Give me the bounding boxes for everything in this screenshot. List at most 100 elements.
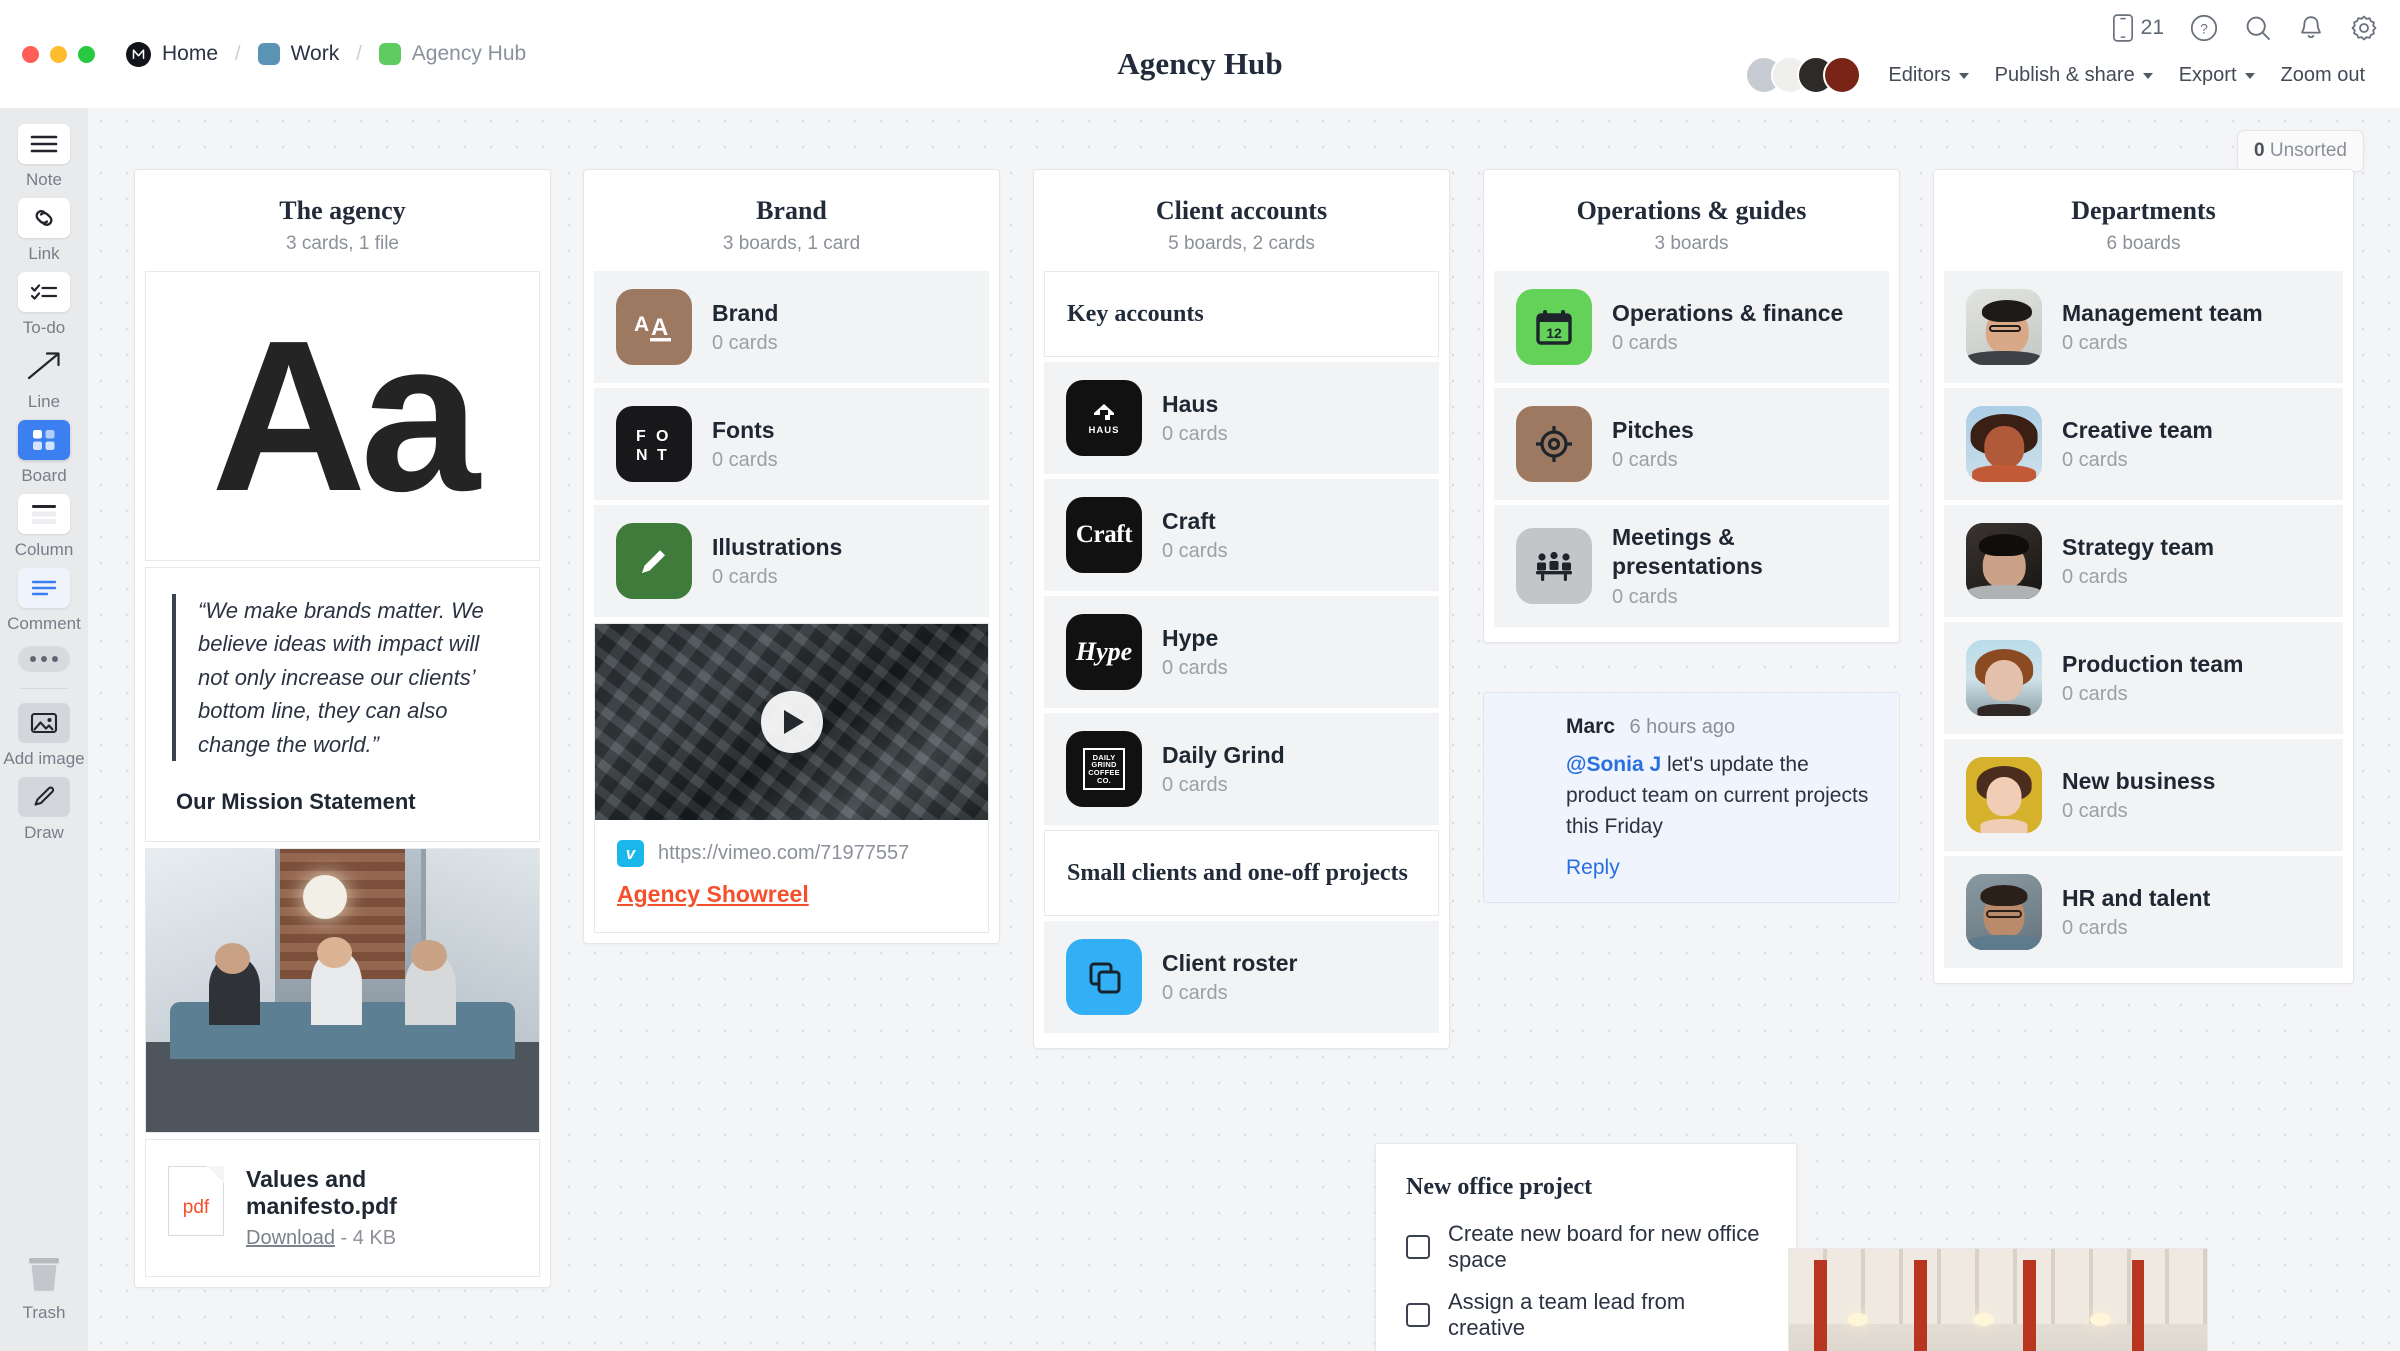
board-row-daily-grind[interactable]: DAILY GRIND COFFEE CO. Daily Grind 0 car… (1044, 713, 1439, 825)
board-row-hype[interactable]: Hype Hype 0 cards (1044, 596, 1439, 708)
zoom-out-button[interactable]: Zoom out (2268, 58, 2378, 93)
unsorted-badge[interactable]: 0 Unsorted (2237, 130, 2364, 172)
sidebar-tool-link[interactable]: Link (0, 198, 88, 264)
board-name: Brand (712, 299, 779, 326)
board-row-brand[interactable]: AA Brand 0 cards (594, 271, 989, 383)
craft-logo-icon: Craft (1066, 497, 1142, 573)
chevron-down-icon (1958, 73, 1969, 79)
video-thumbnail[interactable] (595, 624, 988, 820)
settings-icon[interactable] (2350, 14, 2378, 42)
zoom-out-label: Zoom out (2280, 63, 2365, 86)
todo-item[interactable]: Create new board for new office space (1406, 1221, 1766, 1273)
editors-menu-label: Editors (1888, 63, 1951, 86)
download-link[interactable]: Download (246, 1227, 335, 1249)
board-row-illustrations[interactable]: Illustrations 0 cards (594, 505, 989, 617)
board-row-meetings-presentations[interactable]: Meetings & presentations 0 cards (1494, 505, 1889, 627)
board-row-fonts[interactable]: FONT Fonts 0 cards (594, 388, 989, 500)
sidebar-tool-comment[interactable]: Comment (0, 568, 88, 634)
mobile-icon[interactable]: 21 (2112, 14, 2164, 42)
column-title: Brand (756, 196, 827, 225)
board-row-strategy-team[interactable]: Strategy team 0 cards (1944, 505, 2343, 617)
board-card-count: 0 cards (1612, 449, 1678, 472)
todo-card-new-office-project[interactable]: New office project Create new board for … (1375, 1143, 1797, 1351)
board-name: Production team (2062, 650, 2244, 677)
sidebar-tool-draw[interactable]: Draw (0, 777, 88, 843)
column-the-agency[interactable]: The agency 3 cards, 1 file Aa “We make b… (134, 169, 551, 1289)
todo-icon (18, 272, 70, 312)
todo-card-title: New office project (1406, 1174, 1593, 1200)
board-row-new-business[interactable]: New business 0 cards (1944, 739, 2343, 851)
board-card-count: 0 cards (1162, 657, 1228, 680)
video-title-link[interactable]: Agency Showreel (617, 881, 809, 908)
quote-card[interactable]: “We make brands matter. We believe ideas… (145, 567, 540, 843)
comment-card[interactable]: Marc 6 hours ago @Sonia J let's update t… (1483, 692, 1900, 904)
board-row-hr-talent[interactable]: HR and talent 0 cards (1944, 856, 2343, 968)
interior-photo-card[interactable] (1788, 1248, 2208, 1351)
column-departments[interactable]: Departments 6 boards Management team 0 c… (1933, 169, 2354, 984)
board-card-count: 0 cards (2062, 800, 2128, 823)
column-operations-guides[interactable]: Operations & guides 3 boards 12 Operatio… (1483, 169, 1900, 643)
line-arrow-icon (18, 346, 70, 386)
publish-share-label: Publish & share (1994, 63, 2135, 86)
todo-item[interactable]: Assign a team lead from creative (1406, 1289, 1766, 1341)
checkbox-icon[interactable] (1406, 1235, 1430, 1259)
sidebar-tool-add-image[interactable]: Add image (0, 703, 88, 769)
board-name: Operations & finance (1612, 299, 1844, 326)
column-client-accounts[interactable]: Client accounts 5 boards, 2 cards Key ac… (1033, 169, 1450, 1049)
sidebar-tool-line[interactable]: Line (0, 346, 88, 412)
board-row-creative-team[interactable]: Creative team 0 cards (1944, 388, 2343, 500)
column-title: Operations & guides (1576, 196, 1807, 225)
file-card-pdf[interactable]: pdf Values and manifesto.pdf Download - … (145, 1139, 540, 1278)
column-subtitle: 3 boards, 1 card (722, 233, 861, 254)
comment-reply-button[interactable]: Reply (1566, 856, 1620, 880)
play-icon[interactable] (760, 691, 823, 753)
board-row-client-roster[interactable]: Client roster 0 cards (1044, 921, 1439, 1033)
board-canvas[interactable]: 0 Unsorted The agency 3 cards, 1 file Aa… (88, 108, 2400, 1351)
help-icon[interactable]: ? (2190, 14, 2218, 42)
notifications-icon[interactable] (2298, 14, 2324, 42)
editors-avatar-stack[interactable] (1745, 56, 1862, 94)
board-row-pitches[interactable]: Pitches 0 cards (1494, 388, 1889, 500)
sidebar-tool-column[interactable]: Column (0, 494, 88, 560)
board-name: Daily Grind (1162, 741, 1285, 768)
board-name: Creative team (2062, 416, 2213, 443)
section-heading-key-accounts[interactable]: Key accounts (1044, 271, 1439, 357)
sidebar-tool-todo[interactable]: To-do (0, 272, 88, 338)
office-team-photo-card[interactable] (145, 848, 540, 1134)
board-row-operations-finance[interactable]: 12 Operations & finance 0 cards (1494, 271, 1889, 383)
board-row-craft[interactable]: Craft Craft 0 cards (1044, 479, 1439, 591)
sidebar-tool-label: Line (27, 392, 61, 411)
avatar-photo-icon (1966, 640, 2042, 716)
comment-mention[interactable]: @Sonia J (1566, 753, 1661, 776)
board-name: Client roster (1162, 949, 1298, 976)
sidebar-trash[interactable]: Trash (0, 1254, 88, 1323)
checkbox-icon[interactable] (1406, 1303, 1430, 1327)
avatar-photo-icon (1966, 289, 2042, 365)
search-icon[interactable] (2244, 14, 2272, 42)
typography-card[interactable]: Aa (145, 271, 540, 561)
board-name: Pitches (1612, 416, 1694, 443)
video-card-showreel[interactable]: v https://vimeo.com/71977557 Agency Show… (594, 623, 989, 933)
avatar-photo-icon (1966, 757, 2042, 833)
publish-share-menu-button[interactable]: Publish & share (1982, 58, 2166, 93)
sidebar-tool-board[interactable]: Board (0, 420, 88, 486)
sidebar-tool-label: Board (21, 466, 67, 485)
section-heading-small-clients[interactable]: Small clients and one-off projects (1044, 830, 1439, 916)
pdf-file-icon: pdf (168, 1166, 224, 1237)
mobile-badge-count: 21 (2140, 16, 2164, 39)
sidebar-trash-label: Trash (22, 1303, 66, 1322)
avatar[interactable] (1823, 56, 1862, 94)
board-row-production-team[interactable]: Production team 0 cards (1944, 622, 2343, 734)
board-card-count: 0 cards (2062, 683, 2128, 706)
more-tools-button[interactable] (18, 646, 70, 672)
pencil-icon (616, 523, 692, 599)
column-brand[interactable]: Brand 3 boards, 1 card AA Brand 0 cards … (583, 169, 1000, 944)
sidebar-tool-note[interactable]: Note (0, 124, 88, 190)
board-row-haus[interactable]: HAUS Haus 0 cards (1044, 362, 1439, 474)
export-menu-button[interactable]: Export (2166, 58, 2268, 93)
column-icon (18, 494, 70, 534)
column-title: Client accounts (1155, 196, 1328, 225)
board-row-management-team[interactable]: Management team 0 cards (1944, 271, 2343, 383)
editors-menu-button[interactable]: Editors (1875, 58, 1981, 93)
aa-underline-icon: AA (616, 289, 692, 365)
